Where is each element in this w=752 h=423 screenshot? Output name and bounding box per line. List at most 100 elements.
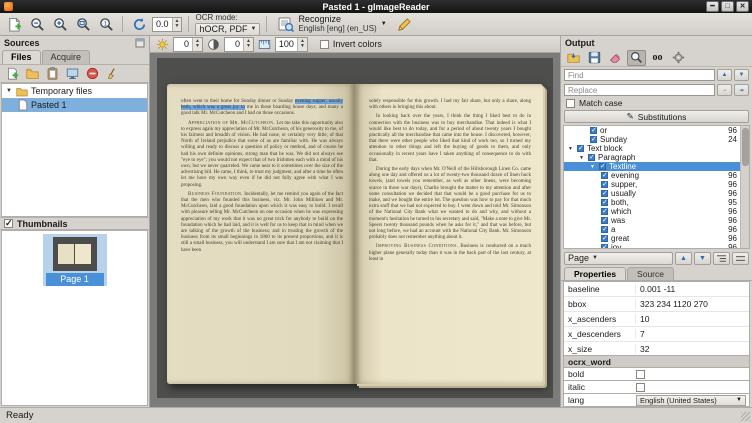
word-row[interactable]: great96: [564, 234, 749, 243]
remove-source-button[interactable]: [83, 66, 101, 82]
image-canvas[interactable]: often went to their home for Sunday dinn…: [150, 53, 560, 407]
resolution-spinbox[interactable]: 100 ▲▼: [275, 37, 308, 52]
word-checkbox[interactable]: [601, 244, 608, 249]
save-output-button[interactable]: [585, 50, 604, 66]
property-row[interactable]: x_ascenders10: [564, 312, 749, 327]
word-checkbox[interactable]: [590, 127, 597, 134]
word-row[interactable]: was96: [564, 216, 749, 225]
substitutions-toolbar-button[interactable]: oo: [648, 50, 667, 66]
tree-scrollbar[interactable]: [740, 126, 749, 248]
tab-files[interactable]: Files: [2, 50, 41, 64]
tree-row-temporary-files[interactable]: ▼ Temporary files: [2, 84, 147, 98]
find-next-button[interactable]: ▼: [734, 69, 749, 81]
word-checkbox[interactable]: [601, 199, 608, 206]
thumbnail-page-1[interactable]: Page 1: [43, 234, 107, 286]
textblock-row[interactable]: ▼Text block: [564, 144, 749, 153]
resize-grip[interactable]: [741, 412, 750, 421]
replace-all-button[interactable]: ↠: [734, 84, 749, 96]
add-folder-button[interactable]: [23, 66, 41, 82]
find-prev-button[interactable]: ▲: [717, 69, 732, 81]
screenshot-button[interactable]: [63, 66, 81, 82]
collapse-all-button[interactable]: [732, 252, 749, 265]
word-row[interactable]: Sunday24: [564, 135, 749, 144]
zoom-out-button[interactable]: [27, 15, 47, 34]
clear-sources-button[interactable]: [103, 66, 121, 82]
rotate-button[interactable]: [129, 15, 149, 34]
pasted-image[interactable]: often went to their home for Sunday dinn…: [157, 58, 553, 398]
recognize-button[interactable]: Recognize English [eng] (en_US) ▼: [273, 14, 391, 34]
page-combobox[interactable]: Page ▼: [564, 252, 673, 265]
replace-button[interactable]: →: [717, 84, 732, 96]
nav-up-button[interactable]: ▲: [675, 252, 692, 265]
maximize-button[interactable]: □: [721, 1, 734, 12]
word-row[interactable]: joy96: [564, 243, 749, 249]
minimize-button[interactable]: ━: [706, 1, 719, 12]
spinner-arrows[interactable]: ▲▼: [172, 18, 182, 31]
match-case-checkbox[interactable]: [566, 99, 575, 108]
tree-row-pasted-1[interactable]: Pasted 1: [2, 98, 147, 112]
thumbnails-checkbox[interactable]: [4, 219, 13, 228]
paste-image-button[interactable]: [4, 15, 24, 34]
find-replace-button[interactable]: [627, 50, 646, 66]
replace-input[interactable]: [564, 84, 715, 96]
zoom-original-button[interactable]: 1: [96, 15, 116, 34]
contrast-spinbox[interactable]: 0 ▲▼: [224, 37, 254, 52]
language-combobox[interactable]: English (United States) ▼: [636, 395, 746, 406]
output-settings-button[interactable]: [669, 50, 688, 66]
property-row[interactable]: x_size32: [564, 342, 749, 356]
word-checkbox[interactable]: [601, 208, 608, 215]
detach-pane-icon[interactable]: [135, 38, 145, 48]
ocr-mode-combobox[interactable]: hOCR, PDF ▼: [195, 23, 260, 36]
expander-icon[interactable]: ▼: [590, 164, 596, 170]
textline-checkbox[interactable]: [599, 163, 606, 170]
invert-colors-checkbox[interactable]: [320, 40, 329, 49]
clear-output-button[interactable]: [606, 50, 625, 66]
expander-icon[interactable]: ▼: [568, 146, 574, 152]
brightness-spinbox[interactable]: 0 ▲▼: [173, 37, 203, 52]
paragraph-checkbox[interactable]: [588, 154, 595, 161]
titlebar[interactable]: Pasted 1 - gImageReader ━ □ ✕: [0, 0, 752, 13]
zoom-in-button[interactable]: [50, 15, 70, 34]
nav-down-button[interactable]: ▼: [694, 252, 711, 265]
close-button[interactable]: ✕: [736, 1, 749, 12]
property-row-lang[interactable]: lang English (United States) ▼: [563, 394, 750, 407]
zoom-fit-button[interactable]: [73, 15, 93, 34]
word-row[interactable]: which96: [564, 207, 749, 216]
substitutions-button[interactable]: ✎ Substitutions: [564, 110, 749, 123]
property-row[interactable]: bbox323 234 1120 270: [564, 297, 749, 312]
paragraph-row[interactable]: ▼Paragraph: [564, 153, 749, 162]
word-checkbox[interactable]: [601, 226, 608, 233]
property-row-italic[interactable]: italic: [563, 381, 750, 394]
tab-acquire[interactable]: Acquire: [42, 50, 91, 64]
rotation-spinbox[interactable]: 0.0 ▲▼: [152, 17, 182, 32]
tab-properties[interactable]: Properties: [564, 267, 626, 280]
expander-icon[interactable]: ▼: [6, 88, 13, 94]
word-row[interactable]: both,95: [564, 198, 749, 207]
word-checkbox[interactable]: [590, 136, 597, 143]
expander-icon[interactable]: ▼: [579, 155, 585, 161]
property-row[interactable]: x_descenders7: [564, 327, 749, 342]
open-output-button[interactable]: [564, 50, 583, 66]
property-row[interactable]: baseline0.001 -11: [564, 282, 749, 297]
expand-all-button[interactable]: [713, 252, 730, 265]
tab-source[interactable]: Source: [627, 267, 674, 280]
word-checkbox[interactable]: [601, 235, 608, 242]
paste-clipboard-button[interactable]: [43, 66, 61, 82]
word-checkbox[interactable]: [601, 190, 608, 197]
word-row[interactable]: a96: [564, 225, 749, 234]
word-checkbox[interactable]: [601, 181, 608, 188]
word-checkbox[interactable]: [601, 217, 608, 224]
word-row[interactable]: supper,96: [564, 180, 749, 189]
word-row[interactable]: evening96: [564, 171, 749, 180]
italic-checkbox[interactable]: [636, 383, 645, 392]
word-row[interactable]: or96: [564, 126, 749, 135]
word-row[interactable]: usually96: [564, 189, 749, 198]
add-images-button[interactable]: [3, 66, 21, 82]
word-checkbox[interactable]: [601, 172, 608, 179]
postprocess-button[interactable]: [395, 15, 415, 34]
textline-row-selected[interactable]: ▼Textline: [564, 162, 749, 171]
block-checkbox[interactable]: [577, 145, 584, 152]
find-input[interactable]: [564, 69, 715, 81]
bold-checkbox[interactable]: [636, 370, 645, 379]
scrollbar-thumb[interactable]: [742, 128, 749, 166]
